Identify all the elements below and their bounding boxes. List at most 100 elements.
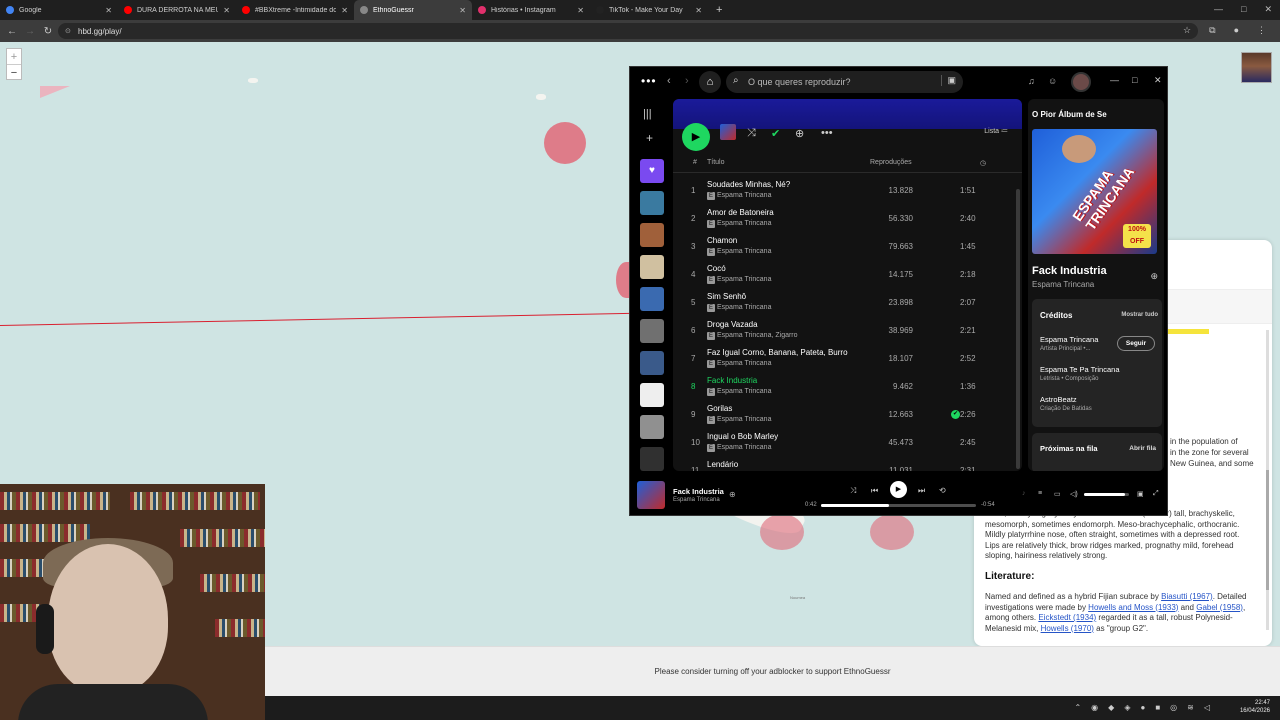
saved-check-icon[interactable]: ✔ [771, 127, 780, 140]
site-info-icon[interactable]: ⊙ [65, 27, 71, 35]
fullscreen-icon[interactable]: ⤢ [1153, 490, 1159, 498]
library-icon[interactable]: ||| [643, 108, 652, 120]
now-playing-album-title[interactable]: O Pior Álbum de Se [1032, 110, 1107, 119]
new-tab-icon[interactable]: + [716, 4, 722, 16]
saved-check-icon[interactable]: ✔ [951, 410, 960, 419]
track-artist-name[interactable]: Espama Trincana [717, 276, 771, 283]
spotify-search-input[interactable]: ⌕ O que queres reproduzir? ▣ [726, 71, 963, 93]
browse-icon[interactable]: ▣ [941, 75, 956, 86]
tab-close-icon[interactable]: ✕ [105, 6, 112, 15]
col-title[interactable]: Título [707, 159, 725, 166]
track-artist-name[interactable]: Espama Trincana [717, 416, 771, 423]
col-plays[interactable]: Reproduções [870, 159, 912, 166]
citation-link[interactable]: Gabel (1958) [1196, 603, 1243, 612]
browser-tab[interactable]: EthnoGuessr ✕ [354, 0, 472, 20]
track-artist-name[interactable]: Espama Trincana [717, 304, 771, 311]
player-track-title[interactable]: Fack Industria [673, 487, 724, 496]
track-title[interactable]: Ingual o Bob Marley [707, 432, 778, 441]
shuffle-icon[interactable]: ⤨ [850, 486, 856, 496]
notifications-icon[interactable]: ♫ [1028, 76, 1035, 86]
track-title[interactable]: Soudades Minhas, Né? [707, 180, 790, 189]
track-title[interactable]: Fack Industria [707, 376, 757, 385]
open-queue-link[interactable]: Abrir fila [1129, 445, 1156, 452]
browser-tab[interactable]: #BBXtreme -Intimidade do ca ✕ [236, 0, 354, 20]
maximize-icon[interactable]: □ [1132, 75, 1137, 85]
library-playlist-thumb[interactable] [640, 191, 664, 215]
spotify-forward-icon[interactable]: › [685, 75, 689, 87]
track-artist-name[interactable]: Espama Trincana [717, 220, 771, 227]
browser-tab[interactable]: DURA DERROTA NA MEU SEGUI ✕ [118, 0, 236, 20]
miniplayer-icon[interactable]: ▣ [1137, 490, 1144, 498]
library-playlist-thumb[interactable] [640, 447, 664, 471]
play-pause-button[interactable]: ▶ [890, 481, 907, 498]
player-artist[interactable]: Espama Trincana [673, 497, 720, 503]
track-row[interactable]: 5 Sim Senhô E Espama Trincana 23.898 2:07 [673, 289, 1013, 317]
track-artist-name[interactable]: Espama Trincana [717, 248, 771, 255]
track-artist-name[interactable]: Espama Trincana, Zigarro [717, 332, 798, 339]
track-artist-name[interactable]: Espama Trincana [717, 444, 771, 451]
track-row[interactable]: 1 Soudades Minhas, Né? E Espama Trincana 13.… [673, 177, 1013, 205]
library-playlist-thumb[interactable] [640, 351, 664, 375]
credit-name[interactable]: Espama Trincana [1040, 335, 1098, 344]
wifi-icon[interactable]: ≋ [1187, 703, 1194, 712]
track-row[interactable]: 11 Lendário 11.031 2:31 [673, 457, 1013, 471]
add-to-playlist-icon[interactable]: ⊕ [729, 490, 736, 499]
credit-name[interactable]: Espama Te Pa Trincana [1040, 365, 1120, 374]
spotify-home-icon[interactable]: ⌂ [699, 71, 721, 93]
panel-scrollbar[interactable] [1266, 330, 1269, 630]
track-row[interactable]: 8 Fack Industria E Espama Trincana 9.462 1:36 [673, 373, 1013, 401]
track-row[interactable]: 9 Gorilas E Espama Trincana 12.663 ✔ 2:26 [673, 401, 1013, 429]
tab-close-icon[interactable]: ✕ [695, 6, 702, 15]
browser-tab[interactable]: Google ✕ [0, 0, 118, 20]
maximize-icon[interactable]: □ [1241, 4, 1246, 15]
track-title[interactable]: Sim Senhô [707, 292, 746, 301]
library-playlist-thumb[interactable] [640, 255, 664, 279]
extensions-icon[interactable]: ⧉ [1209, 25, 1215, 36]
tab-close-icon[interactable]: ✕ [577, 6, 584, 15]
library-playlist-thumb[interactable] [640, 383, 664, 407]
follow-button[interactable]: Seguir [1117, 336, 1155, 351]
album-thumb-icon[interactable] [720, 124, 736, 140]
tray-app-icon[interactable]: ● [1140, 703, 1145, 712]
create-playlist-icon[interactable]: + [646, 131, 653, 145]
volume-icon[interactable]: ◁) [1070, 490, 1078, 498]
library-playlist-thumb[interactable] [640, 415, 664, 439]
profile-icon[interactable]: ● [1234, 25, 1239, 36]
browser-tab[interactable]: TikTok - Make Your Day ✕ [590, 0, 708, 20]
friend-activity-icon[interactable]: ☺ [1048, 76, 1057, 86]
tracklist-scrollbar[interactable] [1016, 189, 1020, 469]
credit-name[interactable]: AstroBeatz [1040, 395, 1077, 404]
close-icon[interactable]: ✕ [1154, 75, 1162, 86]
connect-device-icon[interactable]: ▭ [1054, 490, 1061, 498]
track-title[interactable]: Lendário [707, 460, 738, 469]
shuffle-icon[interactable]: ⤨ [747, 127, 756, 140]
volume-icon[interactable]: ◁ [1204, 703, 1210, 712]
tray-app-icon[interactable]: ◈ [1124, 703, 1130, 712]
track-title[interactable]: Faz Igual Corno, Banana, Pateta, Burro [707, 348, 848, 357]
liked-songs-thumb[interactable]: ♥ [640, 159, 664, 183]
forward-icon[interactable]: → [21, 26, 39, 37]
track-artist-name[interactable]: Espama Trincana [717, 388, 771, 395]
now-playing-artist[interactable]: Espama Trincana [1032, 280, 1094, 289]
library-playlist-thumb[interactable] [640, 287, 664, 311]
tab-close-icon[interactable]: ✕ [341, 6, 348, 15]
next-icon[interactable]: ⏭ [918, 486, 925, 496]
track-title[interactable]: Cocó [707, 264, 726, 273]
track-title[interactable]: Droga Vazada [707, 320, 758, 329]
minimize-icon[interactable]: — [1214, 4, 1223, 15]
lyrics-icon[interactable]: ♪ [1022, 490, 1026, 497]
track-artist-name[interactable]: Espama Trincana [717, 192, 771, 199]
play-album-button[interactable]: ▶ [682, 123, 710, 151]
zoom-out-button[interactable]: − [7, 65, 21, 81]
track-title[interactable]: Amor de Batoneira [707, 208, 774, 217]
back-icon[interactable]: ← [3, 26, 21, 37]
url-field[interactable]: ⊙ hbd.gg/play/ [58, 23, 1198, 39]
now-playing-song[interactable]: Fack Industria [1032, 265, 1107, 277]
tab-close-icon[interactable]: ✕ [223, 6, 230, 15]
bookmark-star-icon[interactable]: ☆ [1183, 25, 1191, 36]
library-playlist-thumb[interactable] [640, 319, 664, 343]
tray-app-icon[interactable]: ◉ [1091, 703, 1098, 712]
tray-app-icon[interactable]: ◎ [1170, 703, 1177, 712]
track-row[interactable]: 10 Ingual o Bob Marley E Espama Trincana 45.… [673, 429, 1013, 457]
track-artist-name[interactable]: Espama Trincana [717, 360, 771, 367]
